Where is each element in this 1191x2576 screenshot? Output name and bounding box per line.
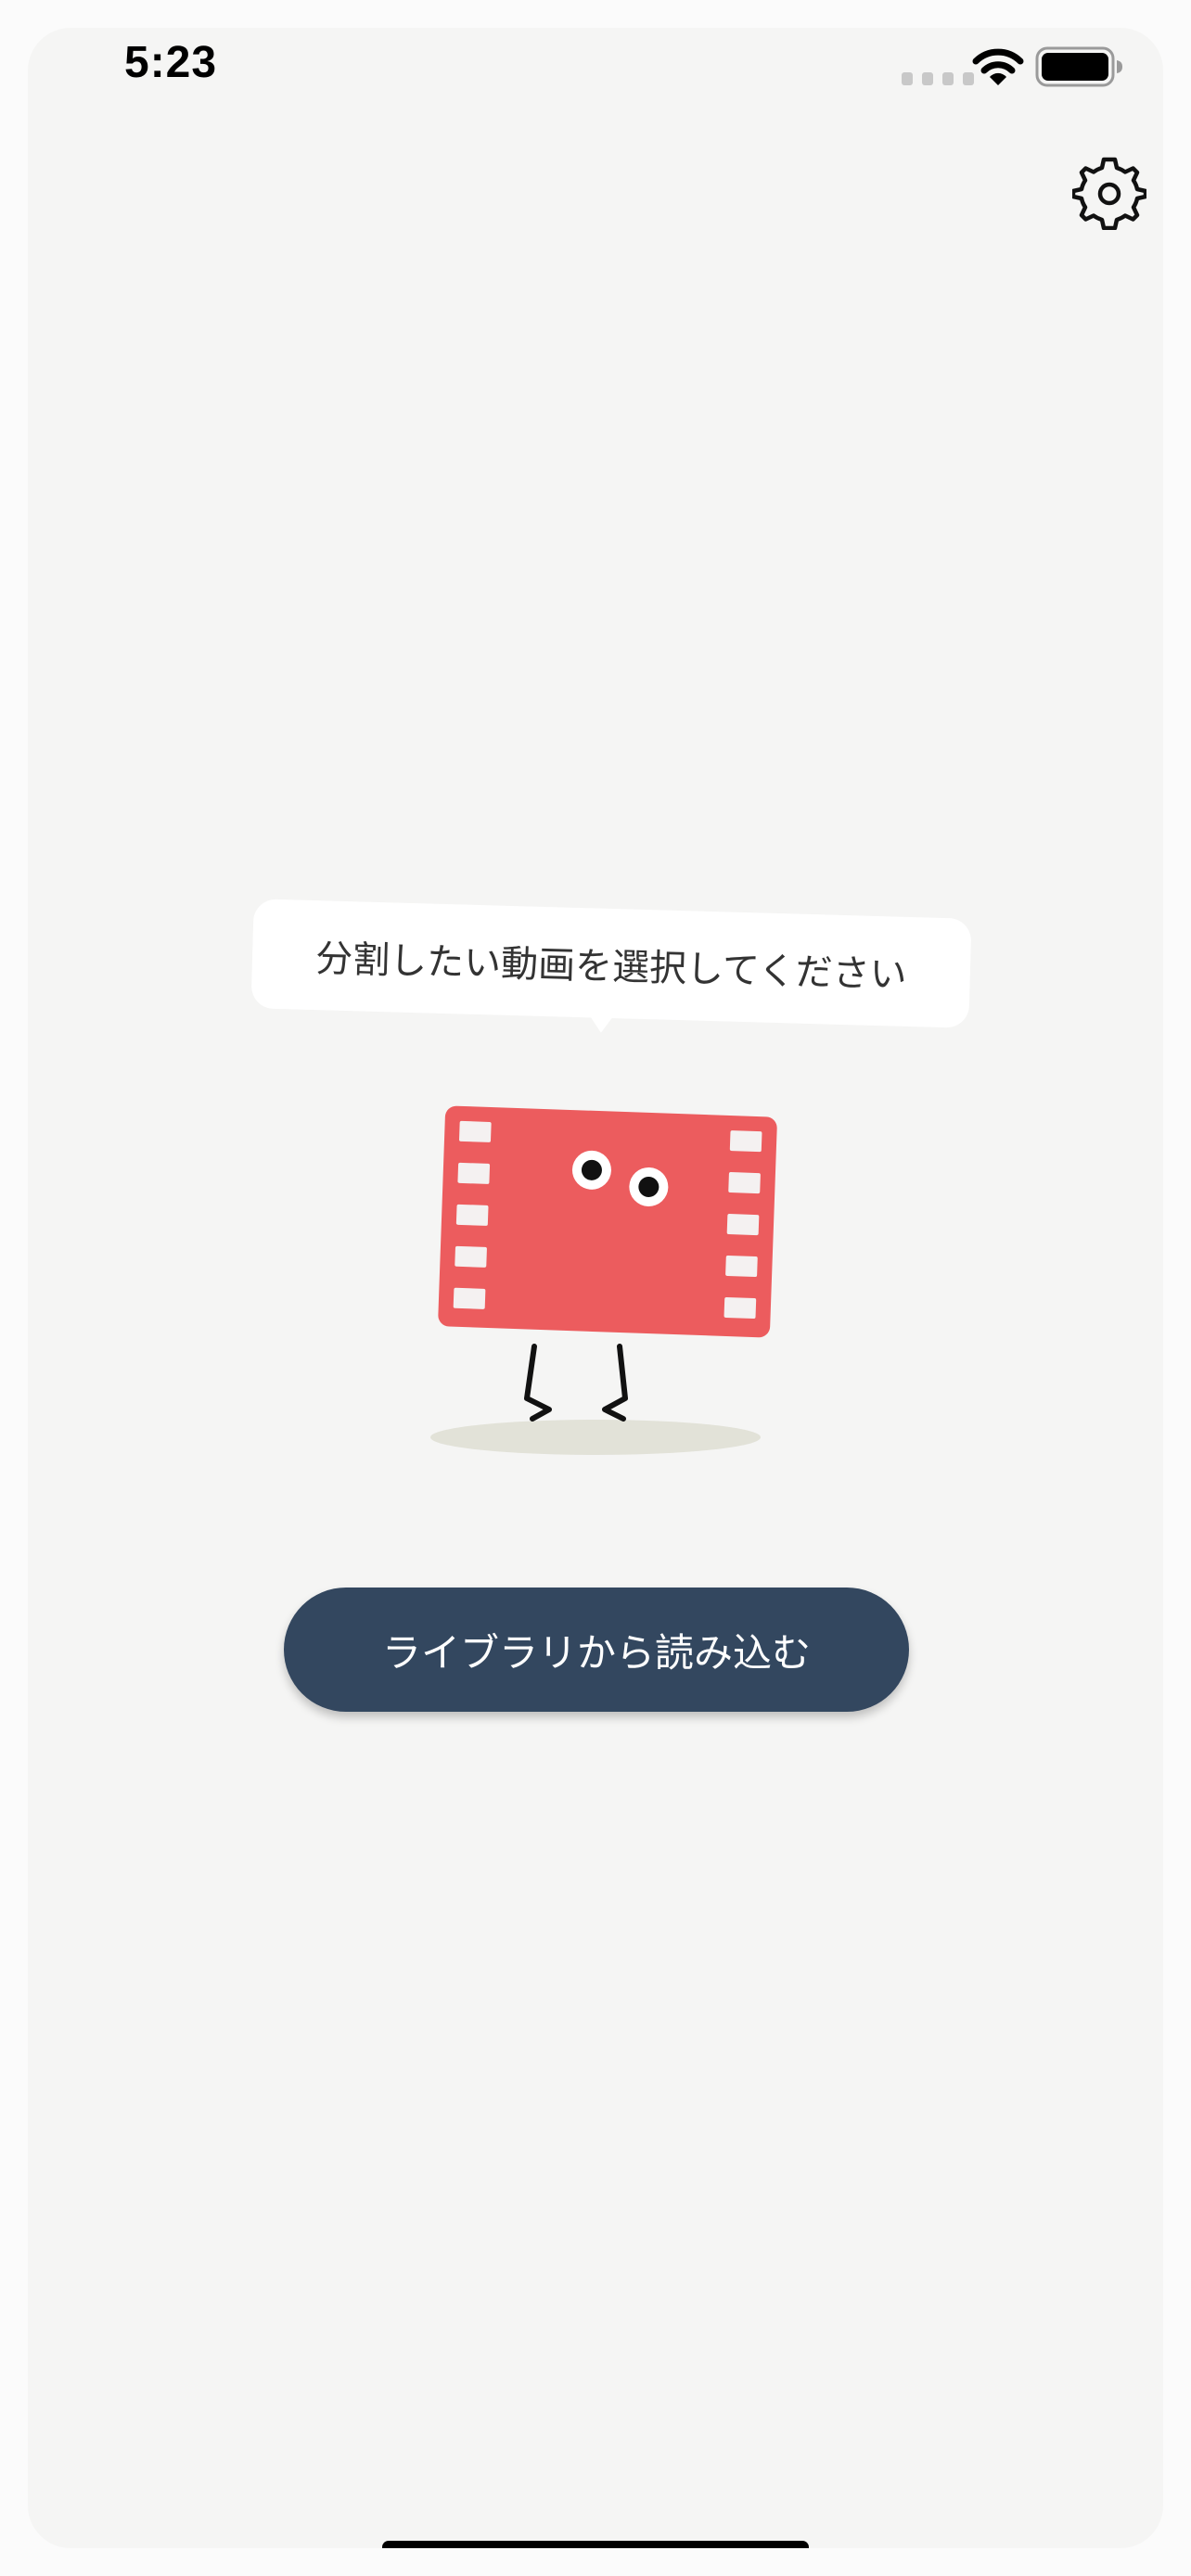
settings-button[interactable] bbox=[1067, 150, 1152, 236]
home-indicator[interactable] bbox=[382, 2541, 809, 2548]
load-from-library-button[interactable]: ライブラリから読み込む bbox=[284, 1588, 909, 1712]
battery-icon bbox=[1035, 46, 1122, 87]
prompt-message: 分割したい動画を選択してください bbox=[314, 937, 908, 997]
film-strip-mascot bbox=[410, 1103, 781, 1465]
status-bar: 5:23 bbox=[28, 28, 1163, 121]
speech-bubble-body: 分割したい動画を選択してください bbox=[250, 899, 972, 1028]
load-from-library-label: ライブラリから読み込む bbox=[381, 1629, 811, 1676]
wifi-icon bbox=[972, 48, 1024, 85]
app-screen: 5:23 分割したい動画を選択してください ライブラリから読み込む bbox=[28, 28, 1163, 2548]
cellular-signal-icon bbox=[902, 72, 974, 85]
gear-icon bbox=[1072, 157, 1146, 230]
film-strip-mascot-icon bbox=[430, 1105, 777, 1455]
prompt-speech-bubble: 分割したい動画を選択してください bbox=[250, 899, 972, 1034]
speech-bubble-tail bbox=[587, 1014, 615, 1034]
status-time: 5:23 bbox=[124, 38, 218, 87]
